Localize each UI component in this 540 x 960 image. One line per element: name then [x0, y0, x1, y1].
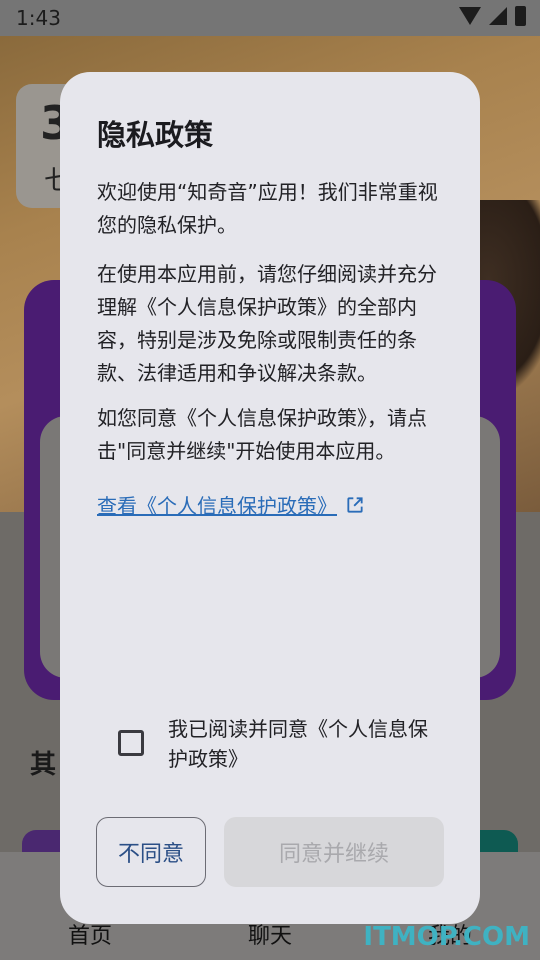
privacy-dialog: 隐私政策 欢迎使用“知奇音”应用！我们非常重视您的隐私保护。 在使用本应用前，请… [60, 72, 480, 924]
policy-notice-paragraph: 在使用本应用前，请您仔细阅读并充分理解《个人信息保护政策》的全部内容，特别是涉及… [97, 262, 437, 385]
status-icons [459, 6, 526, 26]
section-title: 其 [30, 750, 57, 780]
agree-policy-label: 我已阅读并同意《个人信息保护政策》 [168, 717, 428, 771]
view-policy-link-text: 查看《个人信息保护政策》 [97, 494, 337, 518]
consent-instruction-paragraph: 如您同意《个人信息保护政策》，请点击"同意并继续"开始使用本应用。 [97, 406, 427, 463]
watermark: ITMOP.COM [363, 922, 530, 952]
status-time: 1:43 [16, 6, 61, 30]
battery-icon [515, 6, 526, 26]
disagree-button[interactable]: 不同意 [96, 817, 206, 887]
agree-policy-checkbox[interactable] [118, 730, 144, 756]
status-bar: 1:43 [0, 0, 540, 36]
signal-icon [489, 7, 507, 25]
view-policy-link[interactable]: 查看《个人信息保护政策》 [97, 490, 365, 519]
external-link-icon [347, 496, 363, 513]
agree-policy-checkbox-row[interactable]: 我已阅读并同意《个人信息保护政策》 [118, 714, 428, 774]
wifi-icon [459, 7, 481, 25]
agree-continue-button[interactable]: 同意并继续 [224, 817, 444, 887]
welcome-paragraph: 欢迎使用“知奇音”应用！我们非常重视您的隐私保护。 [97, 180, 438, 237]
dialog-title: 隐私政策 [97, 118, 214, 152]
